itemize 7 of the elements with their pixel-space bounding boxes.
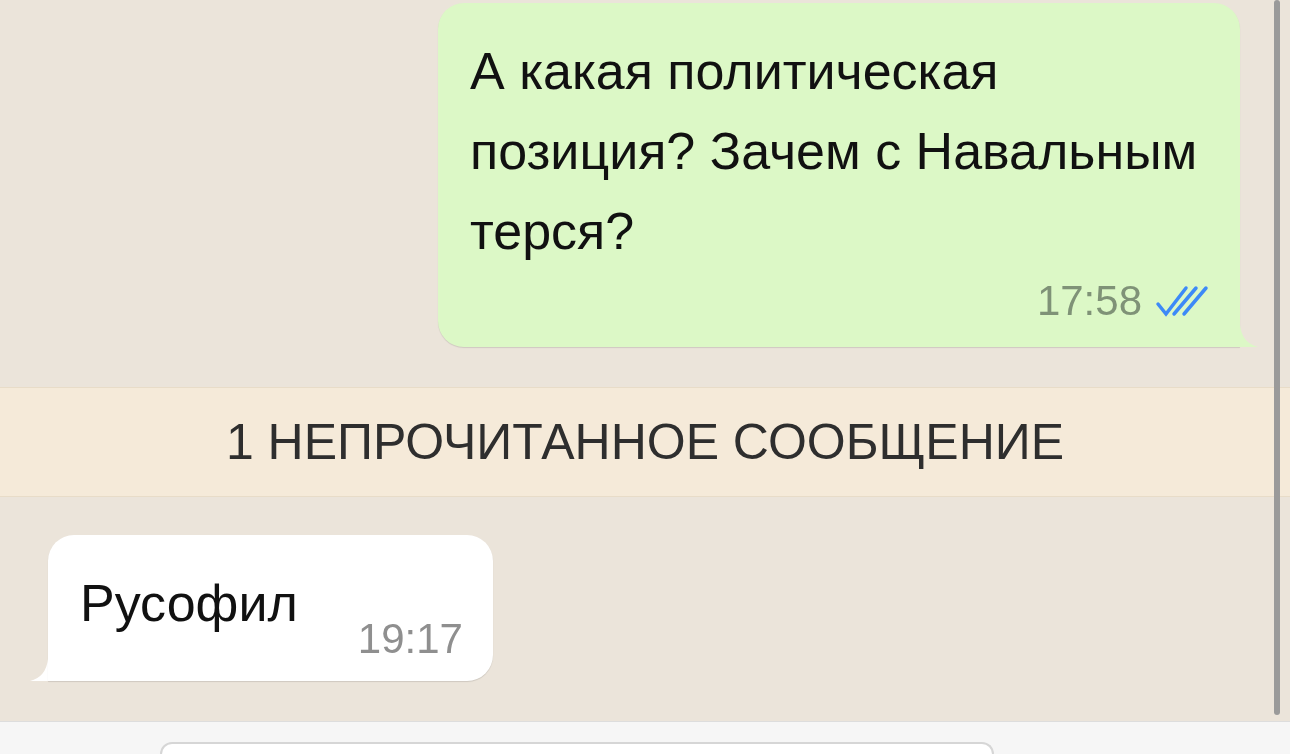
unread-label: 1 НЕПРОЧИТАННОЕ СООБЩЕНИЕ	[225, 413, 1065, 471]
message-input-field[interactable]	[160, 742, 994, 754]
message-time: 19:17	[357, 615, 463, 663]
message-time: 17:58	[1036, 277, 1142, 325]
scrollbar[interactable]	[1274, 0, 1280, 715]
message-text: Русофил	[80, 573, 298, 634]
message-text: А какая политическая позиция? Зачем с Навальным терся?	[470, 41, 1199, 262]
